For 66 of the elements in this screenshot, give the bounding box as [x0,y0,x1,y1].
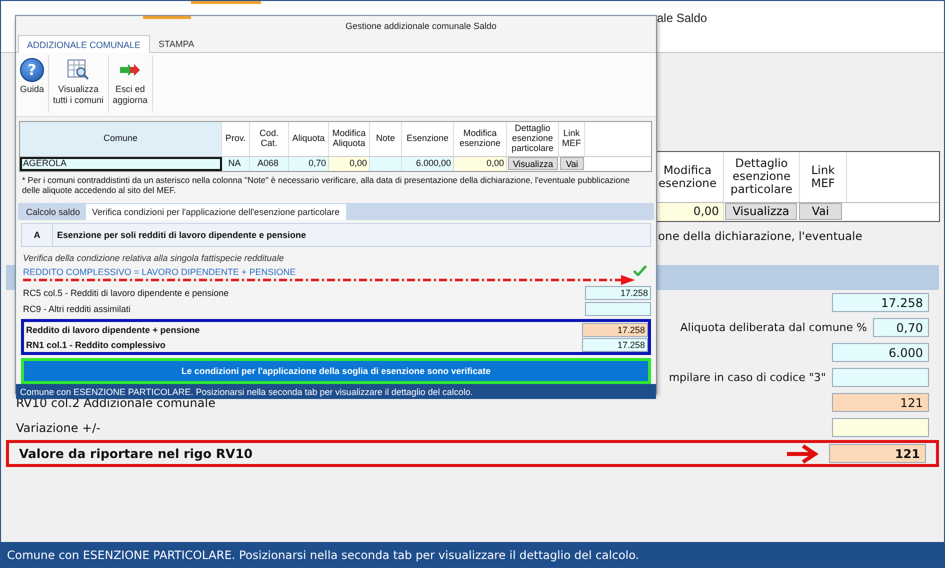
tab-accent [191,1,261,4]
input-field[interactable]: 121 [832,393,929,412]
column-header: Cod. Cat. [250,122,289,156]
result-button[interactable]: Le condizioni per l'applicazione della soglia di esenzione sono verificate [21,358,651,384]
table-cell: 0,00 [329,157,370,171]
ribbon-tab[interactable]: STAMPA [150,35,204,52]
table-cell: 6.000,00 [402,157,454,171]
input-field[interactable] [832,418,929,437]
field-label: mpilare in caso di codice "3" [668,371,826,384]
input-field[interactable]: 121 [829,444,926,463]
input-field[interactable] [585,302,651,316]
ribbon-button[interactable]: Visualizza tutti i comuni [49,55,109,112]
cell-button[interactable]: Vai [799,202,842,220]
table-cell: 0,00 [454,157,507,171]
input-field[interactable]: 0,70 [873,318,929,337]
tab[interactable]: Verifica condizioni per l'applicazione dell'esenzione particolare [86,204,346,220]
input-field[interactable]: 17.258 [582,322,648,336]
ribbon-tab[interactable]: ADDIZIONALE COMUNALE [18,35,150,53]
column-header: Dettaglio esenzione particolare [724,152,800,202]
field-label: Variazione +/- [16,420,100,434]
column-header: Link MEF [559,122,585,156]
section-letter: A [22,224,53,246]
input-field[interactable]: 17.258 [585,286,651,300]
field-label: RN1 col.1 - Reddito complessivo [26,340,167,350]
ribbon-button[interactable]: Esci ed aggiorna [108,55,153,112]
field-label: Reddito di lavoro dipendente + pensione [26,324,201,334]
input-field[interactable]: 17.258 [582,338,648,352]
column-header: Dettaglio esenzione particolare [507,122,559,156]
input-field[interactable]: 6.000 [832,343,929,362]
tab-accent [143,16,191,19]
field-label: RC5 col.5 - Redditi di lavoro dipendente e pensione [23,288,230,298]
table-cell [370,157,402,171]
status-text: Comune con ESENZIONE PARTICOLARE. Posizionarsi nella seconda tab per visualizzare il dettaglio del calcolo. [20,386,473,396]
column-header: Esenzione [402,122,454,156]
cell-button[interactable]: Visualizza [725,202,797,220]
subtitle: Verifica della condizione relativa alla singola fattispecie reddituale [22,252,285,263]
cell-button[interactable]: Visualizza [508,157,558,170]
column-header: Link MEF [800,152,847,202]
table-cell: NA [222,157,250,171]
field-label: Valore da riportare nel rigo RV10 [19,446,253,461]
arrow-icon [785,444,819,464]
column-header: Aliquota [289,122,329,156]
note-text: * Per i comuni contraddistinti da un asterisco nella colonna "Note" è necessario verificare, alla data di presentazione della dichiarazione, l'eventuale pubblicazione delle aliquote accedendo al sito del MEF. [21,174,631,198]
tab[interactable]: Calcolo saldo [20,204,86,220]
window-title: ale Saldo [657,10,708,24]
cell-button[interactable]: Vai [560,157,584,170]
help-button[interactable]: ? Guida [16,55,50,112]
input-field[interactable]: 17.258 [832,293,929,312]
help-icon: ? [20,58,44,82]
section-title: Esenzione per soli redditi di lavoro dipendente e pensione [56,229,306,242]
column-header: Comune [20,122,222,156]
column-header: Prov. [222,122,250,156]
status-text: Comune con ESENZIONE PARTICOLARE. Posizionarsi nella seconda tab per visualizzare il dettaglio del calcolo. [7,548,640,562]
table-cell: 0,70 [289,157,329,171]
input-field[interactable] [832,368,929,387]
column-header: Modifica esenzione [454,122,507,156]
condition-text: REDDITO COMPLESSIVO = LAVORO DIPENDENTE + PENSIONE [23,267,296,277]
column-header: Note [370,122,402,156]
column-header: Modifica Aliquota [329,122,370,156]
table-cell[interactable]: AGEROLA [20,157,222,171]
field-label: RC9 - Altri redditi assimilati [23,304,132,314]
field-label: Aliquota deliberata dal comune % [680,321,867,334]
table-cell: A068 [250,157,289,171]
note-text: one della dichiarazione, l'eventuale [658,229,862,243]
table-search-icon [66,58,90,82]
dialog-title: Gestione addizionale comunale Saldo [345,20,497,30]
